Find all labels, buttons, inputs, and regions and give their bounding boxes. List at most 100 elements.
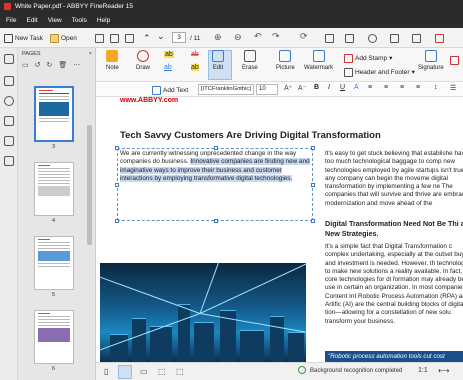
- page-thumbnail-5[interactable]: [34, 236, 74, 290]
- share-icon[interactable]: [412, 34, 421, 43]
- justify-icon[interactable]: ≡: [416, 84, 420, 91]
- pages-panel-icon[interactable]: [4, 54, 14, 64]
- bold-icon[interactable]: B: [314, 84, 319, 91]
- document-view: www.ABBYY.com Tech Savvy Customers Are D…: [96, 97, 463, 362]
- page-thumbnail-6[interactable]: [34, 310, 74, 364]
- highlight-icon[interactable]: ab: [164, 51, 174, 58]
- menu-bar: File Edit View Tools Help: [0, 13, 463, 28]
- crop-icon[interactable]: [345, 34, 354, 43]
- zoom-slider-icon[interactable]: ⟷: [438, 366, 449, 375]
- watermark-button[interactable]: Watermark: [304, 50, 333, 71]
- new-task-button[interactable]: New Task: [4, 32, 43, 44]
- erase-button[interactable]: Erase: [242, 50, 258, 71]
- add-page-icon[interactable]: ▭: [22, 61, 29, 70]
- align-right-icon[interactable]: ≡: [400, 84, 404, 91]
- recognize-icon[interactable]: [368, 34, 377, 43]
- recognition-status-icon: [298, 366, 306, 374]
- bullets-icon[interactable]: ☰: [450, 84, 456, 92]
- draw-icon: [137, 50, 149, 62]
- resize-handle[interactable]: [311, 146, 315, 150]
- rotate-icon[interactable]: ⟳: [300, 31, 308, 42]
- protect-icon[interactable]: [450, 56, 459, 65]
- attachments-icon[interactable]: [4, 136, 14, 146]
- save-icon[interactable]: [95, 34, 104, 43]
- underline-text-icon[interactable]: U: [340, 84, 345, 91]
- strikethrough-icon[interactable]: ab: [191, 51, 199, 58]
- text-color-icon[interactable]: A: [354, 84, 359, 91]
- zoom-in-icon[interactable]: ⊕: [214, 32, 222, 43]
- page-thumbnail-4[interactable]: [34, 162, 74, 216]
- add-stamp-button[interactable]: Add Stamp ▾: [344, 52, 392, 64]
- left-icon-bar: [0, 48, 18, 380]
- open-button[interactable]: Open: [50, 32, 77, 44]
- page-thumbnail-3[interactable]: [34, 86, 74, 142]
- line-spacing-icon[interactable]: ↕: [434, 84, 438, 91]
- menu-file[interactable]: File: [2, 17, 20, 24]
- comments-icon[interactable]: [4, 116, 14, 126]
- font-size-select[interactable]: 10: [256, 84, 278, 95]
- align-left-icon[interactable]: ≡: [368, 84, 372, 91]
- resize-handle[interactable]: [115, 146, 119, 150]
- menu-tools[interactable]: Tools: [68, 17, 91, 24]
- print-icon[interactable]: [110, 34, 119, 43]
- picture-button[interactable]: Picture: [276, 50, 295, 71]
- more-icon[interactable]: ⋯: [73, 61, 80, 70]
- font-family-select[interactable]: [ITCFranklinGothic]: [198, 84, 254, 95]
- rotate-left-icon[interactable]: ↺: [35, 61, 41, 70]
- pages-scrollbar[interactable]: [87, 125, 92, 245]
- menu-edit[interactable]: Edit: [22, 17, 41, 24]
- delete-page-icon[interactable]: 🗑: [58, 61, 67, 70]
- scroll-up-icon[interactable]: ⌃: [143, 33, 151, 44]
- page-number-input[interactable]: 3: [172, 32, 186, 43]
- resize-handle[interactable]: [311, 183, 315, 187]
- fit-width-icon[interactable]: ⬚: [158, 367, 166, 376]
- cityscape-image[interactable]: [100, 263, 306, 362]
- resize-handle[interactable]: [311, 219, 315, 223]
- menu-help[interactable]: Help: [93, 17, 114, 24]
- add-text-button[interactable]: Add Text: [152, 84, 188, 96]
- zoom-out-icon[interactable]: ⊖: [234, 32, 242, 43]
- email-icon[interactable]: [125, 34, 134, 43]
- right-column-paragraph: It's easy to get stuck believing that es…: [325, 150, 463, 207]
- undo-icon[interactable]: ↶: [254, 31, 262, 42]
- single-page-icon[interactable]: ▯: [104, 367, 108, 376]
- fit-page-icon[interactable]: ⬚: [176, 367, 184, 376]
- menu-view[interactable]: View: [44, 17, 66, 24]
- underline-icon[interactable]: ab: [164, 64, 172, 71]
- continuous-view-icon[interactable]: ▭: [140, 367, 148, 376]
- note-button[interactable]: Note: [106, 50, 119, 71]
- pages-panel-close-icon[interactable]: ×: [89, 51, 92, 57]
- resize-handle[interactable]: [115, 183, 119, 187]
- select-tool-icon[interactable]: [325, 34, 334, 43]
- page-number-6: 6: [52, 366, 56, 372]
- two-page-view-button[interactable]: [118, 365, 132, 379]
- export-pdf-icon[interactable]: [435, 34, 444, 43]
- italic-icon[interactable]: I: [328, 84, 330, 91]
- format-bar: Add Text [ITCFranklinGothic] 10 A⁺ A⁻ B …: [96, 82, 463, 97]
- folder-icon: [50, 33, 59, 43]
- draw-button[interactable]: Draw: [136, 50, 150, 71]
- font-grow-icon[interactable]: A⁺: [284, 84, 292, 92]
- font-shrink-icon[interactable]: A⁻: [298, 84, 306, 92]
- resize-handle[interactable]: [115, 219, 119, 223]
- resize-handle[interactable]: [214, 219, 218, 223]
- align-center-icon[interactable]: ≡: [384, 84, 388, 91]
- note-icon: [106, 50, 119, 62]
- signatures-icon[interactable]: [4, 156, 14, 166]
- edit-label: Edit: [212, 65, 224, 71]
- intro-paragraph[interactable]: We are currently witnessing unprecedente…: [120, 150, 310, 183]
- zoom-ratio[interactable]: 1:1: [418, 367, 428, 374]
- bookmarks-icon[interactable]: [4, 76, 14, 86]
- rotate-right-icon[interactable]: ↻: [47, 61, 53, 70]
- status-bar: ▯ ▭ ⬚ ⬚ Background recognition completed…: [96, 362, 463, 380]
- redo-icon[interactable]: ↷: [272, 31, 280, 42]
- compare-icon[interactable]: [390, 34, 399, 43]
- signature-button[interactable]: Signature: [418, 50, 444, 71]
- scroll-down-icon[interactable]: ⌄: [157, 31, 165, 42]
- insert-text-icon[interactable]: ab: [191, 64, 199, 71]
- header-footer-button[interactable]: Header and Footer ▾: [344, 66, 415, 78]
- page-number-4: 4: [52, 218, 56, 224]
- search-icon[interactable]: [4, 96, 14, 106]
- edit-button[interactable]: Edit: [212, 50, 224, 71]
- page-total: / 11: [190, 35, 201, 42]
